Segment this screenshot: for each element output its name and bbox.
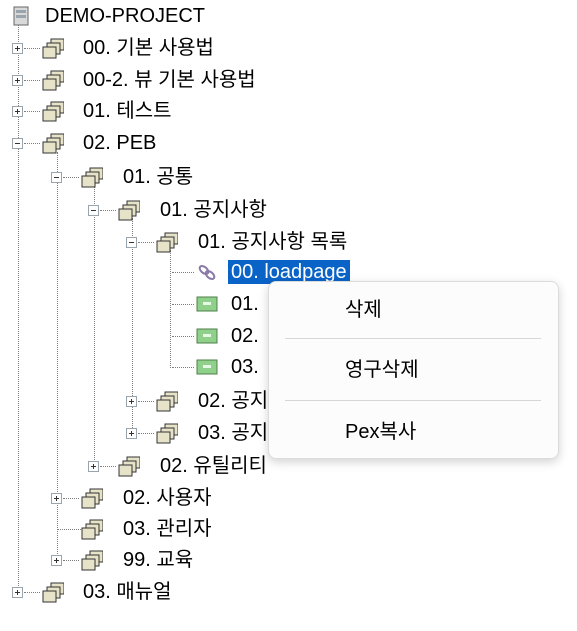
folder-icon [81, 167, 103, 188]
tree-node-label: 01. 공지사항 [160, 199, 267, 221]
tree-node-label: 01. 공통 [123, 166, 194, 188]
menu-divider [285, 400, 541, 401]
tree-node-label: 02. [231, 325, 259, 347]
page-icon [196, 296, 218, 312]
expand-toggle[interactable] [12, 75, 23, 86]
tree-node-label: 02. 유틸리티 [160, 455, 267, 477]
menu-divider [285, 338, 541, 339]
tree-node-label: 01. 공지사항 목록 [198, 231, 348, 253]
folder-icon [42, 133, 64, 154]
folder-icon [81, 550, 103, 571]
tree-node-label: 02. 사용자 [123, 487, 212, 509]
permanent-delete-menu-item[interactable]: 영구삭제 [269, 350, 558, 390]
expand-toggle[interactable] [12, 587, 23, 598]
expand-toggle[interactable] [12, 106, 23, 117]
delete-menu-item[interactable]: 삭제 [269, 290, 558, 330]
tree-node-label: 02. PEB [83, 132, 157, 154]
collapse-toggle[interactable] [51, 172, 62, 183]
project-icon [13, 6, 29, 26]
tree-node-label: 03. 관리자 [123, 518, 212, 540]
delete-menu-label: 삭제 [345, 299, 382, 321]
expand-toggle[interactable] [12, 43, 23, 54]
tree-root-label: DEMO-PROJECT [45, 5, 205, 27]
pex-copy-menu-label: Pex복사 [345, 421, 417, 443]
folder-icon [42, 101, 64, 122]
tree-node-label: 01. 테스트 [83, 100, 172, 122]
link-icon [198, 265, 216, 280]
pex-copy-menu-item[interactable]: Pex복사 [269, 412, 558, 452]
folder-icon [156, 232, 178, 253]
expand-toggle[interactable] [51, 555, 62, 566]
tree-node-label: 01. [231, 293, 259, 315]
tree-node-label: 02. 공지 [198, 390, 269, 412]
folder-icon [156, 423, 178, 444]
expand-toggle[interactable] [88, 461, 99, 472]
collapse-toggle[interactable] [126, 237, 137, 248]
tree-node-label: 03. [231, 356, 259, 378]
tree-node-label: 00. 기본 사용법 [83, 37, 214, 59]
folder-icon [156, 391, 178, 412]
folder-icon [42, 70, 64, 91]
folder-icon [81, 488, 103, 509]
folder-icon [81, 519, 103, 540]
tree-node-label: 03. 공지 [198, 422, 269, 444]
context-menu: 삭제 영구삭제 Pex복사 [268, 281, 559, 459]
folder-icon [118, 456, 140, 477]
folder-icon [42, 582, 64, 603]
tree-node-label: 00-2. 뷰 기본 사용법 [83, 69, 256, 91]
permanent-delete-menu-label: 영구삭제 [345, 359, 419, 381]
folder-icon [118, 200, 140, 221]
tree-node-label: 03. 매뉴얼 [83, 581, 172, 603]
page-icon [196, 359, 218, 375]
folder-icon [42, 38, 64, 59]
collapse-toggle[interactable] [88, 205, 99, 216]
expand-toggle[interactable] [126, 396, 137, 407]
collapse-toggle[interactable] [12, 138, 23, 149]
expand-toggle[interactable] [126, 428, 137, 439]
page-icon [196, 328, 218, 344]
tree-node-label: 99. 교육 [123, 549, 194, 571]
expand-toggle[interactable] [51, 493, 62, 504]
